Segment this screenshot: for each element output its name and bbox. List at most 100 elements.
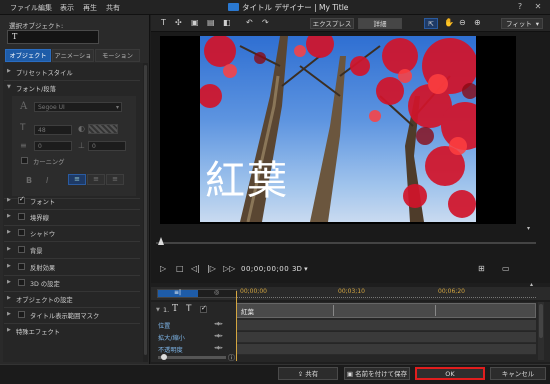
italic-button[interactable]: I xyxy=(46,176,48,185)
expand-arrow-icon: ▶ xyxy=(7,213,11,219)
undo-icon[interactable]: ↶ xyxy=(246,18,253,27)
express-mode-button[interactable]: エクスプレス xyxy=(310,18,354,29)
info-icon[interactable]: ⓘ xyxy=(228,353,235,363)
expand-arrow-icon: ▶ xyxy=(7,68,11,74)
timeline-zoom-handle[interactable] xyxy=(161,354,167,360)
play-icon[interactable]: ▷ xyxy=(160,264,166,273)
detail-mode-button[interactable]: 詳細 xyxy=(358,18,402,29)
background-tool-icon[interactable]: ▤ xyxy=(207,18,215,27)
section-reflection[interactable]: ▶ 反射効果 xyxy=(4,262,140,273)
timecode-display: 00;00;00;00 xyxy=(241,265,290,273)
share-button[interactable]: ⇪ 共有 xyxy=(278,367,338,380)
properties-scrollbar[interactable] xyxy=(143,63,148,362)
tab-object[interactable]: オブジェクト xyxy=(5,49,51,62)
section-preset-style[interactable]: ▶ プリセットスタイル xyxy=(4,67,140,78)
section-font-paragraph[interactable]: ▼ フォント/段落 xyxy=(4,83,140,94)
section-background[interactable]: ▶ 背景 xyxy=(4,245,140,256)
redo-icon[interactable]: ↷ xyxy=(262,18,269,27)
background-checkbox[interactable] xyxy=(18,246,25,253)
align-center-button[interactable]: ≡ xyxy=(87,174,105,185)
keyframe-nav-icon[interactable]: ◂◆▸ xyxy=(214,345,223,351)
particle-tool-icon[interactable]: ✣ xyxy=(175,18,182,27)
3d-checkbox[interactable] xyxy=(18,279,25,286)
timeline-scrollbar[interactable] xyxy=(538,302,544,360)
section-border[interactable]: ▶ 境界線 xyxy=(4,212,140,223)
keyframe-nav-icon[interactable]: ◂◆▸ xyxy=(214,321,223,327)
track-text-icon: T xyxy=(186,304,192,314)
collapse-preview-icon[interactable]: ▾ xyxy=(527,225,536,232)
overlay-tool-icon[interactable]: ◧ xyxy=(223,18,231,27)
menu-view[interactable]: 表示 xyxy=(60,3,74,13)
3d-mode-toggle[interactable]: 3D ▾ xyxy=(292,265,308,273)
menu-share[interactable]: 共有 xyxy=(106,3,120,13)
section-font[interactable]: ▶ フォント xyxy=(4,195,140,207)
menu-edit[interactable]: 編集 xyxy=(38,3,52,13)
line-spacing-field[interactable]: 0 xyxy=(34,141,72,151)
save-as-button[interactable]: ▣ 名前を付けて保存 xyxy=(344,367,410,380)
shadow-checkbox[interactable] xyxy=(18,229,25,236)
grid-icon[interactable]: ⊞ xyxy=(478,264,485,273)
cancel-button[interactable]: キャンセル xyxy=(490,367,546,380)
text-tool-icon[interactable]: T xyxy=(161,18,166,27)
prev-frame-icon[interactable]: ◁| xyxy=(191,264,200,273)
help-icon[interactable]: ? xyxy=(514,2,526,12)
bold-button[interactable]: B xyxy=(26,176,32,185)
section-object-settings[interactable]: ▶ オブジェクトの設定 xyxy=(4,294,140,305)
keyframe-row-scale[interactable] xyxy=(236,332,536,343)
section-special-effect[interactable]: ▶ 特殊エフェクト xyxy=(4,326,140,337)
zoom-select[interactable]: フィット ▾ xyxy=(501,18,543,29)
track-row-label-scale: 拡大/縮小 xyxy=(158,335,185,342)
tab-motion[interactable]: モーション xyxy=(95,49,140,62)
expand-arrow-icon: ▶ xyxy=(7,197,11,203)
section-shadow[interactable]: ▶ シャドウ xyxy=(4,228,140,239)
zoom-in-icon[interactable]: ⊕ xyxy=(474,18,481,27)
fast-forward-icon[interactable]: ▷▷ xyxy=(223,264,235,273)
align-left-button[interactable]: ≡ xyxy=(68,174,86,185)
font-name-select[interactable]: Segoe UI ▾ xyxy=(34,102,122,112)
keyframe-view-icon: ◎ xyxy=(214,289,220,296)
font-color-swatch[interactable] xyxy=(88,124,118,134)
menu-file[interactable]: ファイル xyxy=(10,3,38,13)
time-marker-2: 00;06;20 xyxy=(438,288,465,295)
next-frame-icon[interactable]: |▷ xyxy=(207,264,216,273)
font-size-icon: T xyxy=(20,123,26,133)
text-clip[interactable]: 紅葉 xyxy=(236,303,536,318)
image-tool-icon[interactable]: ▣ xyxy=(191,18,199,27)
reflection-checkbox[interactable] xyxy=(18,263,25,270)
ok-button[interactable]: OK xyxy=(415,367,485,380)
timeline-view-toggle[interactable]: ≡| ◎ xyxy=(157,289,237,298)
selected-object-field[interactable]: T xyxy=(7,30,99,44)
keyframe-row-position[interactable] xyxy=(236,320,536,331)
menu-bar: ファイル 編集 表示 再生 共有 タイトル デザイナー | My Title ?… xyxy=(0,0,550,15)
zoom-out-icon[interactable]: ⊖ xyxy=(459,18,466,27)
border-checkbox[interactable] xyxy=(18,213,25,220)
timeline-zoom-track[interactable] xyxy=(158,356,226,359)
title-safe-mask-checkbox[interactable] xyxy=(18,311,25,318)
track-collapse-icon[interactable]: ▼ xyxy=(156,307,160,313)
hand-tool-icon[interactable]: ✋ xyxy=(444,18,454,27)
preview-scrub-track[interactable] xyxy=(156,242,536,244)
menu-play[interactable]: 再生 xyxy=(83,3,97,13)
tab-animation[interactable]: アニメーション xyxy=(52,49,94,73)
section-3d-settings[interactable]: ▶ 3D の設定 xyxy=(4,278,140,289)
select-tool-button[interactable]: ⇱ xyxy=(424,18,438,29)
expand-arrow-icon: ▶ xyxy=(7,246,11,252)
window-title-text: タイトル デザイナー | My Title xyxy=(242,3,349,12)
section-title-safe-mask[interactable]: ▶ タイトル表示範囲マスク xyxy=(4,310,140,321)
playhead[interactable] xyxy=(236,291,237,361)
track-enable-checkbox[interactable]: ✓ xyxy=(200,304,207,313)
font-size-field[interactable]: 48 xyxy=(34,125,72,135)
close-icon[interactable]: ✕ xyxy=(532,2,544,12)
preview-toolbar: T ✣ ▣ ▤ ◧ ↶ ↷ エクスプレス 詳細 ⇱ ✋ ⊖ ⊕ フィット ▾ xyxy=(151,15,550,32)
fullscreen-icon[interactable]: ▭ xyxy=(502,264,510,273)
expand-arrow-icon: ▶ xyxy=(7,279,11,285)
keyframe-row-opacity[interactable] xyxy=(236,344,536,355)
title-text-object[interactable]: 紅葉 xyxy=(205,148,289,206)
kerning-checkbox[interactable] xyxy=(21,157,28,164)
font-checkbox[interactable] xyxy=(18,195,25,204)
keyframe-nav-icon[interactable]: ◂◆▸ xyxy=(214,333,223,339)
track-row-label-position: 位置 xyxy=(158,323,171,330)
stop-icon[interactable]: □ xyxy=(176,264,184,273)
char-spacing-field[interactable]: 0 xyxy=(88,141,126,151)
align-right-button[interactable]: ≡ xyxy=(106,174,124,185)
